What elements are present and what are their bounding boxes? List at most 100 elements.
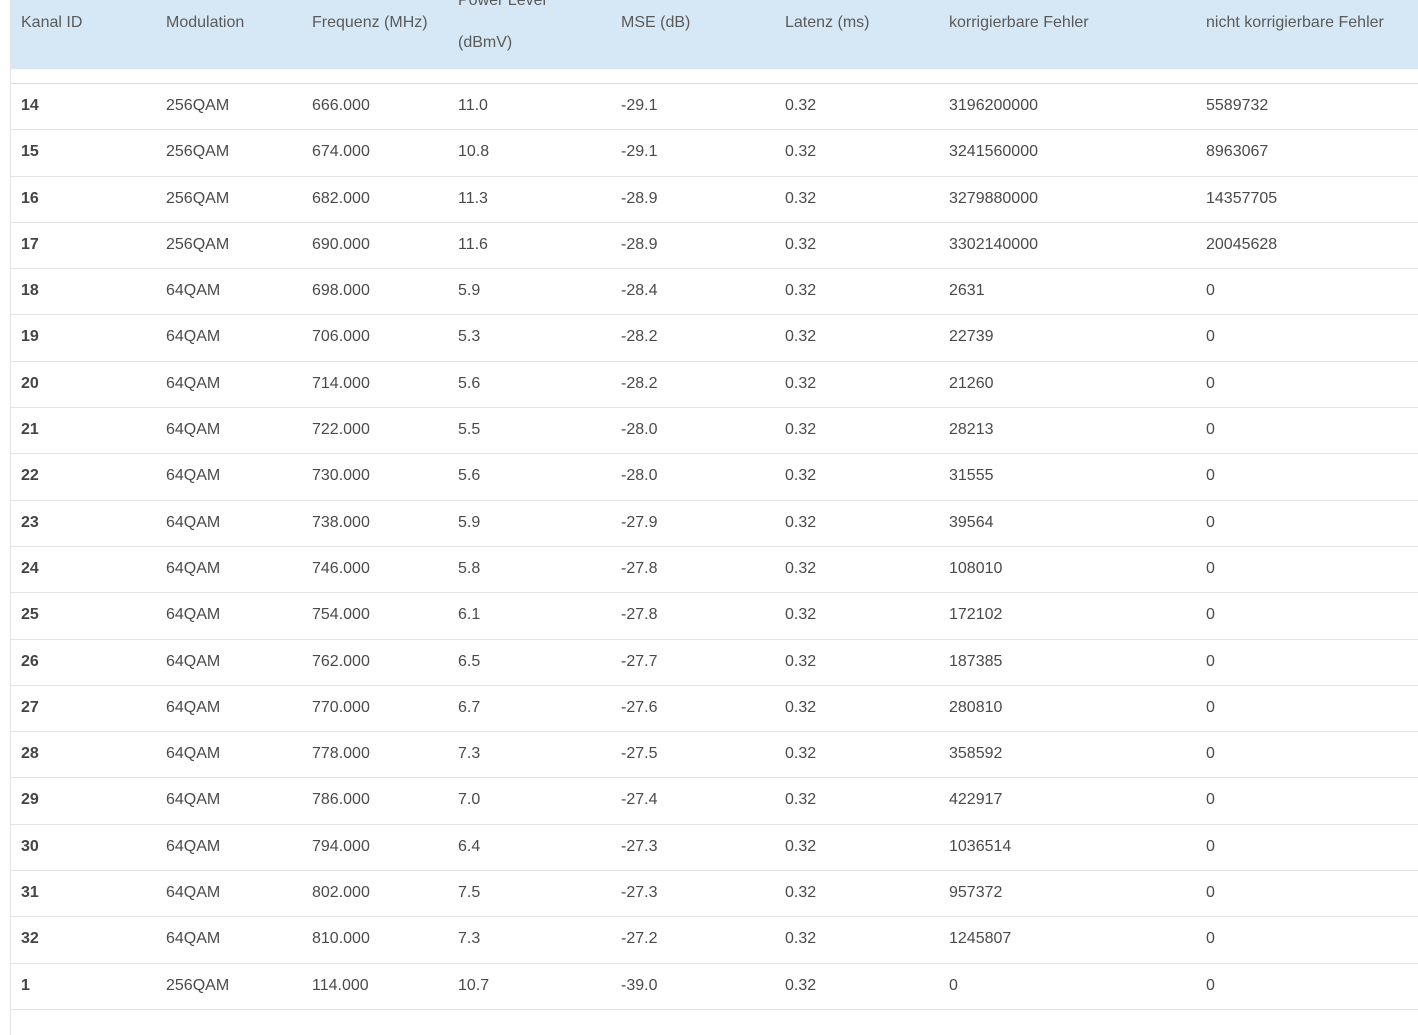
cell-korrigierbare-fehler: 187385 bbox=[949, 652, 1003, 670]
table-row: 32 64QAM 810.000 7.3 -27.2 0.32 1245807 0 bbox=[11, 917, 1418, 964]
cell-mse: -28.9 bbox=[621, 235, 658, 253]
cell-power-level: 5.6 bbox=[458, 374, 481, 392]
cell-kanal-id: 32 bbox=[21, 930, 39, 948]
cell-latenz: 0.32 bbox=[785, 652, 817, 670]
header-power-level-line2: (dBmV) bbox=[458, 34, 513, 51]
cell-frequenz: 786.000 bbox=[312, 791, 370, 809]
table-row: 21 64QAM 722.000 5.5 -28.0 0.32 28213 0 bbox=[11, 408, 1418, 455]
cell-kanal-id: 24 bbox=[21, 559, 39, 577]
cell-latenz: 0.32 bbox=[785, 97, 817, 114]
cell-korrigierbare-fehler: 39564 bbox=[949, 513, 994, 531]
cell-power-level: 6.7 bbox=[458, 698, 481, 716]
cell-mse: -27.4 bbox=[621, 791, 658, 809]
cell-kanal-id: 14 bbox=[21, 97, 39, 114]
cell-frequenz: 690.000 bbox=[312, 235, 370, 253]
cell-mse: -27.6 bbox=[621, 698, 658, 716]
table-row: 14 256QAM 666.000 11.0 -29.1 0.32 3196200000 55… bbox=[11, 84, 1418, 131]
cell-korrigierbare-fehler: 172102 bbox=[949, 606, 1003, 624]
cell-korrigierbare-fehler: 31555 bbox=[949, 467, 994, 485]
cell-modulation: 64QAM bbox=[166, 467, 221, 485]
cell-power-level: 10.8 bbox=[458, 143, 490, 161]
cell-latenz: 0.32 bbox=[785, 374, 817, 392]
cell-power-level: 5.5 bbox=[458, 421, 481, 439]
cell-korrigierbare-fehler: 358592 bbox=[949, 745, 1003, 763]
cell-nicht-korrigierbare-fehler: 0 bbox=[1206, 884, 1215, 902]
cell-modulation: 256QAM bbox=[166, 976, 230, 994]
cell-power-level: 11.0 bbox=[458, 97, 488, 114]
table-header: Kanal ID Modulation Frequenz (MHz) Power… bbox=[11, 0, 1418, 69]
cell-kanal-id: 15 bbox=[21, 143, 39, 161]
cell-latenz: 0.32 bbox=[785, 282, 817, 300]
cell-mse: -28.2 bbox=[621, 328, 658, 346]
cell-nicht-korrigierbare-fehler: 0 bbox=[1206, 421, 1215, 439]
cell-frequenz: 714.000 bbox=[312, 374, 370, 392]
table-row: 16 256QAM 682.000 11.3 -28.9 0.32 3279880000 14… bbox=[11, 177, 1418, 223]
cell-nicht-korrigierbare-fehler: 8963067 bbox=[1206, 143, 1269, 161]
cell-kanal-id: 20 bbox=[21, 374, 39, 392]
cell-kanal-id: 22 bbox=[21, 467, 39, 485]
table-row: 15 256QAM 674.000 10.8 -29.1 0.32 3241560000 89… bbox=[11, 130, 1418, 177]
cell-modulation: 64QAM bbox=[166, 791, 221, 809]
cell-latenz: 0.32 bbox=[785, 559, 817, 577]
cell-power-level: 5.3 bbox=[458, 328, 481, 346]
cell-mse: -28.9 bbox=[621, 189, 658, 207]
cell-power-level: 6.5 bbox=[458, 652, 481, 670]
cell-power-level: 6.4 bbox=[458, 837, 481, 855]
cell-kanal-id: 21 bbox=[21, 421, 39, 439]
cell-korrigierbare-fehler: 2631 bbox=[949, 282, 985, 300]
table-row: 18 64QAM 698.000 5.9 -28.4 0.32 2631 0 bbox=[11, 269, 1418, 316]
cell-power-level: 6.1 bbox=[458, 606, 481, 624]
cell-nicht-korrigierbare-fehler: 0 bbox=[1206, 282, 1215, 300]
table-row: 23 64QAM 738.000 5.9 -27.9 0.32 39564 0 bbox=[11, 501, 1418, 547]
cell-nicht-korrigierbare-fehler: 0 bbox=[1206, 698, 1215, 716]
cell-modulation: 64QAM bbox=[166, 282, 221, 300]
header-power-level-line1: Power Level bbox=[458, 0, 547, 9]
cell-kanal-id: 19 bbox=[21, 328, 39, 346]
header-modulation-label: Modulation bbox=[166, 14, 245, 31]
cell-mse: -27.3 bbox=[621, 837, 658, 855]
cell-frequenz: 114.000 bbox=[312, 976, 369, 994]
header-frequenz-label: Frequenz (MHz) bbox=[312, 14, 428, 31]
cell-frequenz: 730.000 bbox=[312, 467, 370, 485]
cell-power-level: 7.3 bbox=[458, 745, 481, 763]
cell-frequenz: 746.000 bbox=[312, 559, 370, 577]
cell-nicht-korrigierbare-fehler: 0 bbox=[1206, 467, 1215, 485]
cell-kanal-id: 28 bbox=[21, 745, 39, 763]
cell-frequenz: 698.000 bbox=[312, 282, 370, 300]
cell-mse: -29.1 bbox=[621, 97, 658, 114]
cell-kanal-id: 1 bbox=[21, 976, 30, 994]
cell-mse: -28.0 bbox=[621, 467, 658, 485]
cell-korrigierbare-fehler: 0 bbox=[949, 976, 958, 994]
cell-kanal-id: 25 bbox=[21, 606, 39, 624]
table-row: 31 64QAM 802.000 7.5 -27.3 0.32 957372 0 bbox=[11, 871, 1418, 918]
cell-frequenz: 770.000 bbox=[312, 698, 370, 716]
header-mse-label: MSE (dB) bbox=[621, 14, 691, 31]
cell-nicht-korrigierbare-fehler: 0 bbox=[1206, 559, 1215, 577]
header-korrigierbare-label: korrigierbare Fehler bbox=[949, 14, 1089, 31]
cell-nicht-korrigierbare-fehler: 5589732 bbox=[1206, 97, 1269, 114]
cell-kanal-id: 29 bbox=[21, 791, 39, 809]
cell-mse: -27.2 bbox=[621, 930, 658, 948]
table-row: 17 256QAM 690.000 11.6 -28.9 0.32 3302140000 20… bbox=[11, 223, 1418, 270]
cell-latenz: 0.32 bbox=[785, 328, 817, 346]
cell-power-level: 7.0 bbox=[458, 791, 481, 809]
cell-korrigierbare-fehler: 957372 bbox=[949, 884, 1003, 902]
cell-power-level: 11.3 bbox=[458, 189, 488, 207]
cell-frequenz: 674.000 bbox=[312, 143, 370, 161]
cell-latenz: 0.32 bbox=[785, 467, 817, 485]
cell-mse: -39.0 bbox=[621, 976, 658, 994]
header-kanal-id-label: Kanal ID bbox=[21, 14, 83, 31]
cell-kanal-id: 27 bbox=[21, 698, 39, 716]
cell-korrigierbare-fehler: 108010 bbox=[949, 559, 1003, 577]
cell-mse: -28.0 bbox=[621, 421, 658, 439]
cell-latenz: 0.32 bbox=[785, 235, 817, 253]
table-row: 1 256QAM 114.000 10.7 -39.0 0.32 0 0 bbox=[11, 964, 1418, 1010]
cell-korrigierbare-fehler: 21260 bbox=[949, 374, 994, 392]
cell-modulation: 64QAM bbox=[166, 698, 221, 716]
cell-nicht-korrigierbare-fehler: 0 bbox=[1206, 791, 1215, 809]
cell-nicht-korrigierbare-fehler: 0 bbox=[1206, 930, 1215, 948]
cell-modulation: 64QAM bbox=[166, 513, 221, 531]
cell-modulation: 256QAM bbox=[166, 235, 230, 253]
cell-korrigierbare-fehler: 1036514 bbox=[949, 837, 1012, 855]
table-row: 19 64QAM 706.000 5.3 -28.2 0.32 22739 0 bbox=[11, 315, 1418, 362]
